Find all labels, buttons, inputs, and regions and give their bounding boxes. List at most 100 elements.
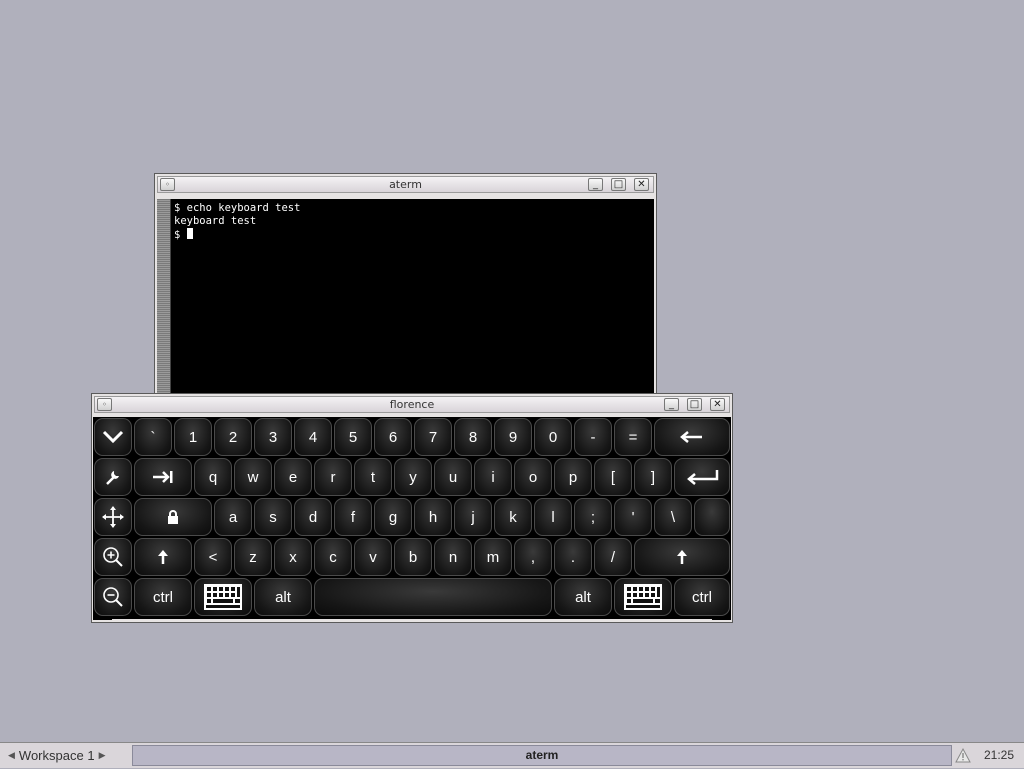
zoom-in-icon xyxy=(102,546,124,568)
key-quote[interactable]: ' xyxy=(614,498,652,536)
minimize-button[interactable]: _ xyxy=(664,398,679,411)
key-1[interactable]: 1 xyxy=(174,418,212,456)
key-label: ctrl xyxy=(692,588,712,606)
key-5[interactable]: 5 xyxy=(334,418,372,456)
key-label: d xyxy=(308,508,318,526)
key-equals[interactable]: = xyxy=(614,418,652,456)
key-s[interactable]: s xyxy=(254,498,292,536)
key-7[interactable]: 7 xyxy=(414,418,452,456)
key-comma[interactable]: , xyxy=(514,538,552,576)
key-b[interactable]: b xyxy=(394,538,432,576)
terminal-area[interactable]: $ echo keyboard test keyboard test $ xyxy=(157,199,654,394)
taskbar-item-aterm[interactable]: aterm xyxy=(132,745,952,766)
right-ctrl-key[interactable]: ctrl xyxy=(674,578,730,616)
key-c[interactable]: c xyxy=(314,538,352,576)
prev-workspace-icon[interactable]: ◀ xyxy=(4,750,19,761)
space-key[interactable] xyxy=(314,578,552,616)
close-button[interactable]: ✕ xyxy=(634,178,649,191)
keyboard-icon xyxy=(203,583,243,611)
key-e[interactable]: e xyxy=(274,458,312,496)
enter-key-lower[interactable] xyxy=(694,498,730,536)
key-period[interactable]: . xyxy=(554,538,592,576)
right-shift-key[interactable] xyxy=(634,538,730,576)
virtual-keyboard: ` 1 2 3 4 5 6 7 8 9 0 - = q w e r t y u i o p [] a s d f g h j k l; ' \ < z x… xyxy=(93,417,731,620)
left-ctrl-key[interactable]: ctrl xyxy=(134,578,192,616)
left-super-key[interactable] xyxy=(194,578,252,616)
key-backtick[interactable]: ` xyxy=(134,418,172,456)
aterm-window[interactable]: ◦ aterm _ □ ✕ $ echo keyboard test keyboa… xyxy=(154,173,657,395)
minimize-button[interactable]: _ xyxy=(588,178,603,191)
key-j[interactable]: j xyxy=(454,498,492,536)
key-k[interactable]: k xyxy=(494,498,532,536)
key-a[interactable]: a xyxy=(214,498,252,536)
key-lbracket[interactable]: [ xyxy=(594,458,632,496)
florence-window[interactable]: ◦ florence _ □ ✕ ` 1 2 3 4 5 6 7 8 9 0 - = q w e r t y u i o p… xyxy=(91,393,733,623)
key-label: , xyxy=(530,548,536,566)
key-label: < xyxy=(208,548,218,566)
caps-lock-key[interactable] xyxy=(134,498,212,536)
key-3[interactable]: 3 xyxy=(254,418,292,456)
key-t[interactable]: t xyxy=(354,458,392,496)
key-label: ; xyxy=(590,508,596,526)
key-label: 9 xyxy=(508,428,518,446)
keyboard-footer xyxy=(112,619,712,622)
key-v[interactable]: v xyxy=(354,538,392,576)
key-f[interactable]: f xyxy=(334,498,372,536)
florence-titlebar[interactable]: ◦ florence _ □ ✕ xyxy=(94,396,730,413)
workspace-switcher[interactable]: ◀ Workspace 1 ▶ xyxy=(4,746,109,765)
key-g[interactable]: g xyxy=(374,498,412,536)
key-p[interactable]: p xyxy=(554,458,592,496)
key-x[interactable]: x xyxy=(274,538,312,576)
key-n[interactable]: n xyxy=(434,538,472,576)
key-minus[interactable]: - xyxy=(574,418,612,456)
key-label: v xyxy=(369,548,377,566)
settings-key[interactable] xyxy=(94,458,132,496)
key-6[interactable]: 6 xyxy=(374,418,412,456)
key-2[interactable]: 2 xyxy=(214,418,252,456)
collapse-key[interactable] xyxy=(94,418,132,456)
right-alt-key[interactable]: alt xyxy=(554,578,612,616)
left-alt-key[interactable]: alt xyxy=(254,578,312,616)
key-less[interactable]: < xyxy=(194,538,232,576)
key-4[interactable]: 4 xyxy=(294,418,332,456)
key-m[interactable]: m xyxy=(474,538,512,576)
key-i[interactable]: i xyxy=(474,458,512,496)
key-slash[interactable]: / xyxy=(594,538,632,576)
maximize-button[interactable]: □ xyxy=(687,398,702,411)
next-workspace-icon[interactable]: ▶ xyxy=(95,750,110,761)
key-label: 2 xyxy=(228,428,238,446)
key-8[interactable]: 8 xyxy=(454,418,492,456)
maximize-button[interactable]: □ xyxy=(611,178,626,191)
key-q[interactable]: q xyxy=(194,458,232,496)
left-shift-key[interactable] xyxy=(134,538,192,576)
key-h[interactable]: h xyxy=(414,498,452,536)
backspace-key[interactable] xyxy=(654,418,730,456)
key-label: 0 xyxy=(548,428,558,446)
key-label: q xyxy=(208,468,218,486)
key-9[interactable]: 9 xyxy=(494,418,532,456)
key-u[interactable]: u xyxy=(434,458,472,496)
aterm-titlebar[interactable]: ◦ aterm _ □ ✕ xyxy=(157,176,654,193)
key-d[interactable]: d xyxy=(294,498,332,536)
right-super-key[interactable] xyxy=(614,578,672,616)
key-w[interactable]: w xyxy=(234,458,272,496)
close-button[interactable]: ✕ xyxy=(710,398,725,411)
key-semicolon[interactable]: ; xyxy=(574,498,612,536)
key-y[interactable]: y xyxy=(394,458,432,496)
move-key[interactable] xyxy=(94,498,132,536)
key-o[interactable]: o xyxy=(514,458,552,496)
warning-icon[interactable] xyxy=(954,746,972,765)
key-z[interactable]: z xyxy=(234,538,272,576)
tab-key[interactable] xyxy=(134,458,192,496)
enter-key[interactable] xyxy=(674,458,730,496)
key-l[interactable]: l xyxy=(534,498,572,536)
terminal-scrollbar[interactable] xyxy=(157,199,171,394)
key-0[interactable]: 0 xyxy=(534,418,572,456)
key-label: / xyxy=(610,548,616,566)
key-r[interactable]: r xyxy=(314,458,352,496)
key-rbracket[interactable]: ] xyxy=(634,458,672,496)
zoom-in-key[interactable] xyxy=(94,538,132,576)
terminal-cursor xyxy=(186,228,193,239)
zoom-out-key[interactable] xyxy=(94,578,132,616)
key-backslash[interactable]: \ xyxy=(654,498,692,536)
